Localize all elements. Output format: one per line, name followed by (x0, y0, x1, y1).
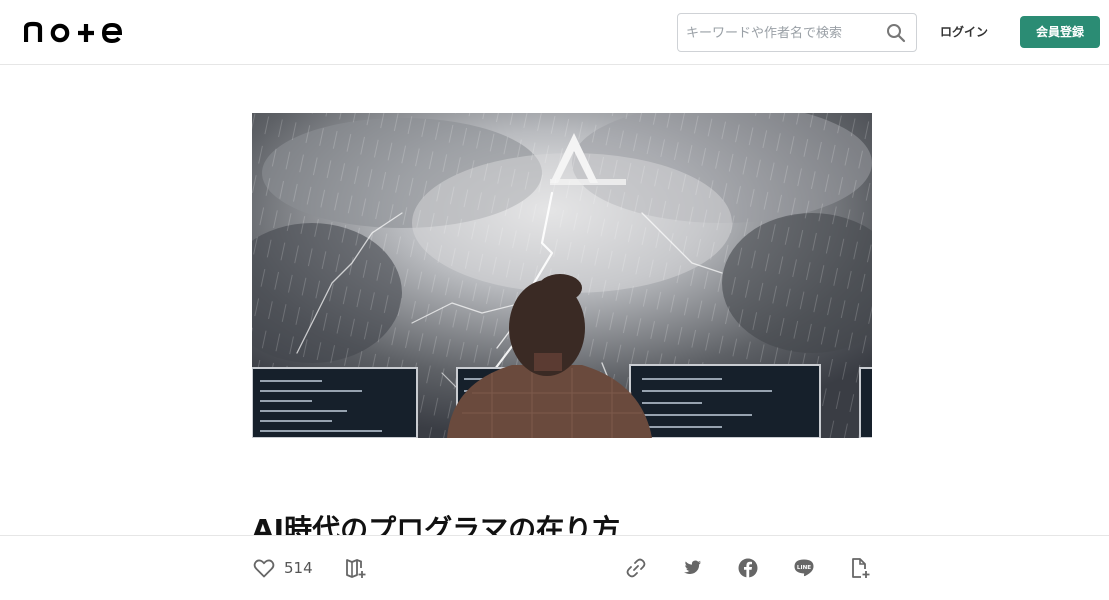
twitter-icon[interactable] (680, 556, 704, 580)
svg-text:LINE: LINE (797, 565, 811, 571)
facebook-icon[interactable] (736, 556, 760, 580)
note-logo[interactable] (23, 20, 124, 44)
article-action-bar: 514 LINE (0, 535, 1109, 600)
article-hero-image (252, 113, 872, 438)
search-box (677, 13, 917, 52)
magazine-add-icon[interactable] (344, 556, 368, 580)
site-header: ログイン 会員登録 (0, 0, 1109, 65)
signup-button[interactable]: 会員登録 (1020, 16, 1100, 48)
embed-add-icon[interactable] (848, 556, 872, 580)
like-count: 514 (284, 559, 313, 577)
login-button[interactable]: ログイン (932, 19, 996, 45)
link-icon[interactable] (624, 556, 648, 580)
search-icon[interactable] (886, 23, 906, 43)
line-icon[interactable]: LINE (792, 556, 816, 580)
heart-icon[interactable] (252, 556, 276, 580)
search-input[interactable] (686, 22, 882, 44)
